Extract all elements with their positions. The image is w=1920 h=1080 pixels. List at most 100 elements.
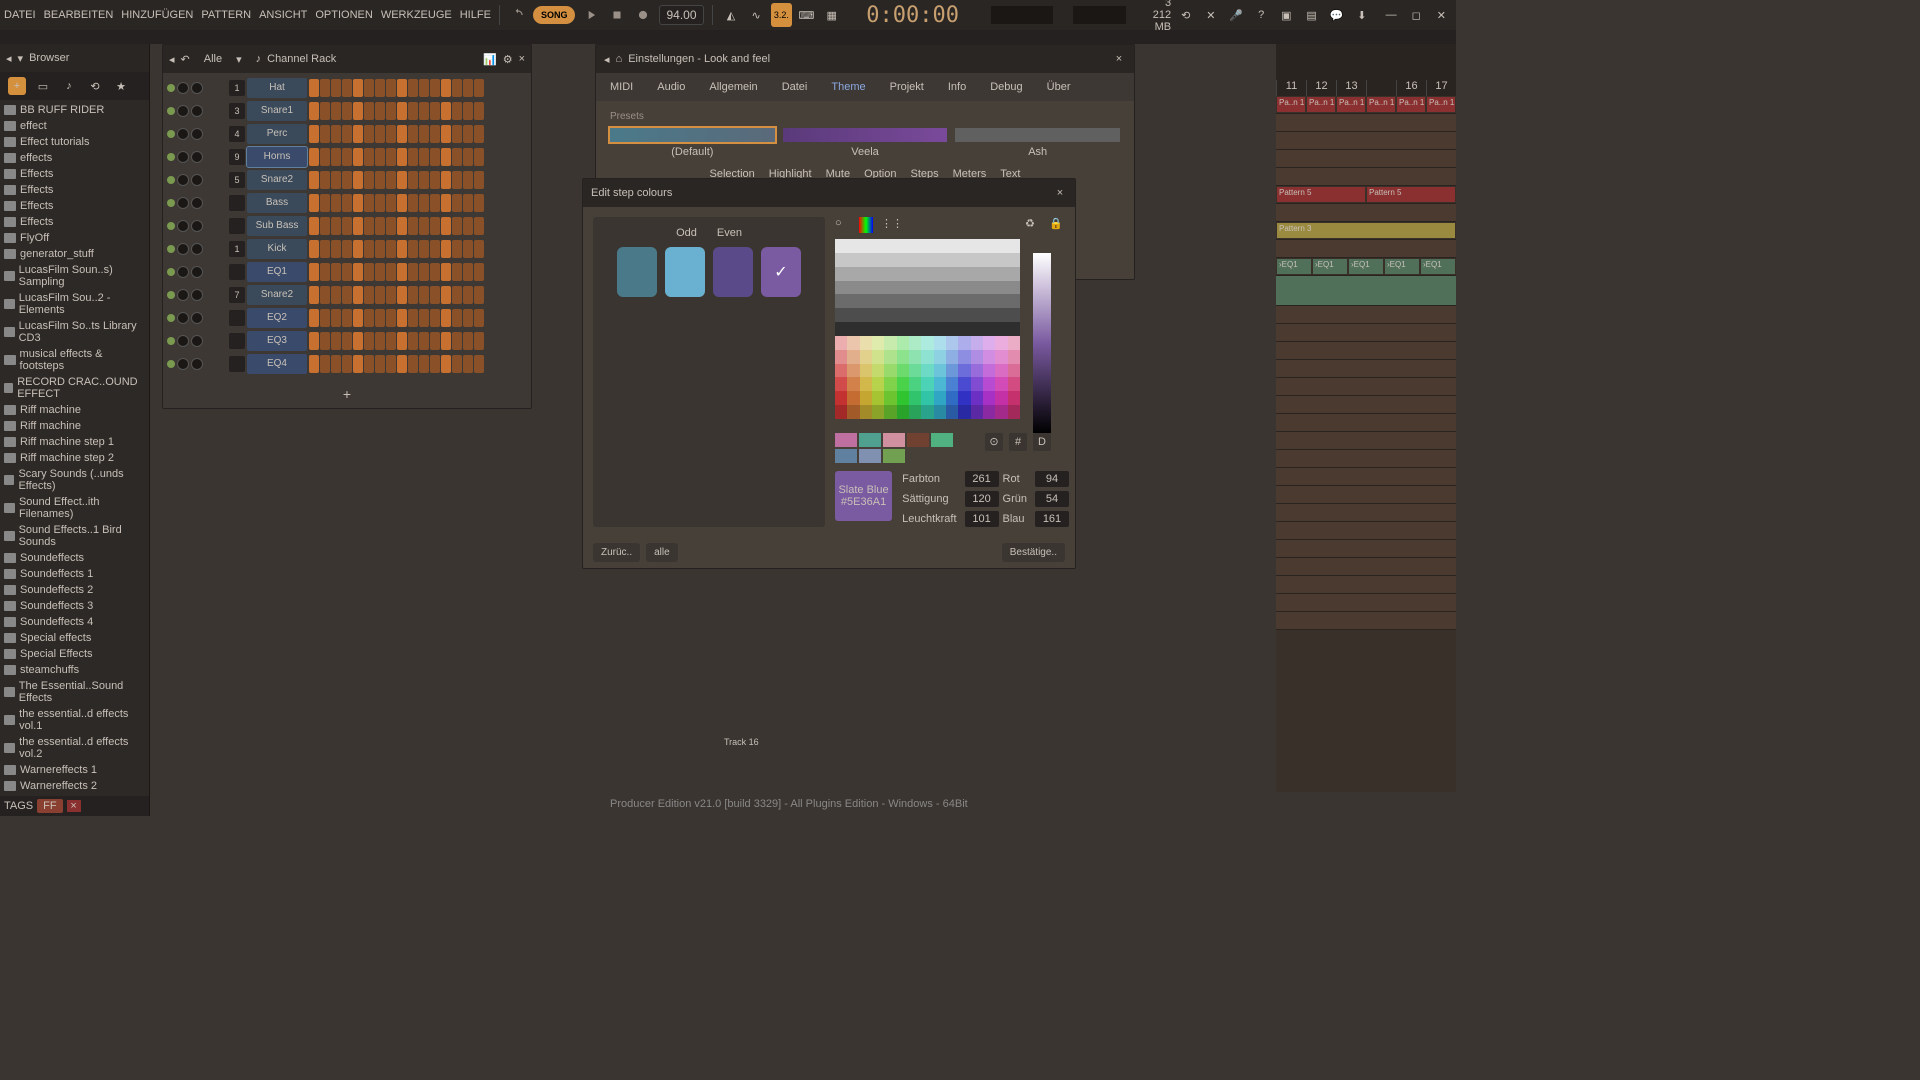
metronome-icon[interactable]: ◭ <box>720 3 741 27</box>
pan-knob[interactable] <box>177 151 189 163</box>
tree-item[interactable]: Effects <box>0 166 149 182</box>
step[interactable] <box>452 148 462 166</box>
vol-knob[interactable] <box>191 358 203 370</box>
step[interactable] <box>331 102 341 120</box>
step[interactable] <box>408 240 418 258</box>
playlist-track[interactable] <box>1276 378 1456 395</box>
color-cell[interactable] <box>921 391 933 405</box>
playlist-track[interactable] <box>1276 450 1456 467</box>
color-cell[interactable] <box>921 294 933 308</box>
tree-item[interactable]: Sound Effects..1 Bird Sounds <box>0 522 149 550</box>
playlist-track[interactable] <box>1276 486 1456 503</box>
lum-value[interactable]: 101 <box>965 511 999 527</box>
channel-number[interactable]: 1 <box>229 80 245 96</box>
channel-name[interactable]: Snare2 <box>247 285 307 305</box>
step[interactable] <box>320 309 330 327</box>
playlist-track[interactable] <box>1276 504 1456 521</box>
color-back-button[interactable]: Zurüc.. <box>593 543 640 562</box>
step[interactable] <box>408 79 418 97</box>
color-cell[interactable] <box>921 336 933 350</box>
vol-knob[interactable] <box>191 312 203 324</box>
step[interactable] <box>331 286 341 304</box>
step[interactable] <box>342 309 352 327</box>
step[interactable] <box>419 125 429 143</box>
step[interactable] <box>474 148 484 166</box>
color-cell[interactable] <box>835 281 847 295</box>
step[interactable] <box>309 263 319 281</box>
step[interactable] <box>331 355 341 373</box>
step[interactable] <box>364 240 374 258</box>
color-cell[interactable] <box>835 294 847 308</box>
step[interactable] <box>419 240 429 258</box>
channel-number[interactable] <box>229 310 245 326</box>
step[interactable] <box>375 125 385 143</box>
color-cell[interactable] <box>897 377 909 391</box>
step[interactable] <box>452 332 462 350</box>
pan-knob[interactable] <box>177 128 189 140</box>
channel-led[interactable] <box>167 199 175 207</box>
step[interactable] <box>463 194 473 212</box>
playlist-clip[interactable]: ›EQ1 <box>1349 259 1383 274</box>
step[interactable] <box>386 263 396 281</box>
tree-item[interactable]: Scary Sounds (..unds Effects) <box>0 466 149 494</box>
color-cell[interactable] <box>958 239 970 253</box>
view1-icon[interactable]: ▣ <box>1276 3 1297 27</box>
step[interactable] <box>419 171 429 189</box>
step[interactable] <box>430 309 440 327</box>
tempo-field[interactable]: 94.00 <box>659 5 703 25</box>
step[interactable] <box>386 102 396 120</box>
tree-item[interactable]: Soundeffects 4 <box>0 614 149 630</box>
step[interactable] <box>408 286 418 304</box>
preset-veela[interactable]: Veela <box>783 128 948 158</box>
help-icon[interactable]: ? <box>1251 3 1272 27</box>
step[interactable] <box>309 309 319 327</box>
color-cell[interactable] <box>995 350 1007 364</box>
step[interactable] <box>441 332 451 350</box>
color-cell[interactable] <box>971 267 983 281</box>
step[interactable] <box>452 309 462 327</box>
settings-tab-audio[interactable]: Audio <box>651 77 691 97</box>
playlist-track[interactable] <box>1276 540 1456 557</box>
channel-led[interactable] <box>167 176 175 184</box>
color-cell[interactable] <box>909 350 921 364</box>
color-cell[interactable] <box>946 281 958 295</box>
color-cell[interactable] <box>909 322 921 336</box>
step[interactable] <box>463 309 473 327</box>
step[interactable] <box>441 355 451 373</box>
step[interactable] <box>386 286 396 304</box>
step[interactable] <box>419 332 429 350</box>
pan-knob[interactable] <box>177 82 189 94</box>
color-cell[interactable] <box>884 377 896 391</box>
color-cell[interactable] <box>958 364 970 378</box>
color-grid[interactable] <box>835 239 1020 419</box>
r-value[interactable]: 94 <box>1035 471 1069 487</box>
color-cell[interactable] <box>983 377 995 391</box>
color-cell[interactable] <box>958 267 970 281</box>
menu-pattern[interactable]: PATTERN <box>201 9 251 21</box>
step[interactable] <box>419 102 429 120</box>
channel-number[interactable]: 4 <box>229 126 245 142</box>
color-cell[interactable] <box>897 405 909 419</box>
step[interactable] <box>353 332 363 350</box>
color-cell[interactable] <box>860 350 872 364</box>
settings-tab-debug[interactable]: Debug <box>984 77 1028 97</box>
step[interactable] <box>419 148 429 166</box>
step[interactable] <box>386 240 396 258</box>
playlist-clip[interactable]: ›EQ1 <box>1277 259 1311 274</box>
step[interactable] <box>375 217 385 235</box>
step[interactable] <box>353 171 363 189</box>
step[interactable] <box>320 171 330 189</box>
color-cell[interactable] <box>847 267 859 281</box>
step[interactable] <box>441 148 451 166</box>
step[interactable] <box>463 125 473 143</box>
color-cell[interactable] <box>946 391 958 405</box>
vol-knob[interactable] <box>191 151 203 163</box>
picker-circle-icon[interactable]: ○ <box>835 217 851 233</box>
step[interactable] <box>309 102 319 120</box>
color-cell[interactable] <box>1008 308 1020 322</box>
channel-number[interactable] <box>229 264 245 280</box>
color-cell[interactable] <box>983 239 995 253</box>
channel-name[interactable]: Bass <box>247 193 307 213</box>
step[interactable] <box>441 240 451 258</box>
color-cell[interactable] <box>971 239 983 253</box>
